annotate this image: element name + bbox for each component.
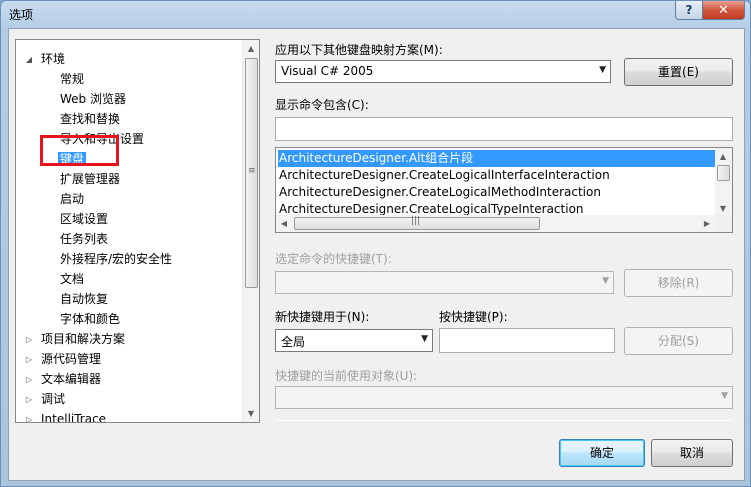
assign-button[interactable]: 分配(S) xyxy=(624,327,733,355)
scrollbar-thumb[interactable]: ≡ xyxy=(245,58,258,288)
expand-arrow-icon[interactable]: ▷ xyxy=(24,390,34,409)
ok-button[interactable]: 确定 xyxy=(559,439,645,467)
expand-arrow-icon[interactable]: ▷ xyxy=(24,350,34,369)
collapse-arrow-icon[interactable]: ◢ xyxy=(24,50,34,69)
tree-item-addin-macro-security[interactable]: 外接程序/宏的安全性 xyxy=(60,250,172,269)
grip-icon: ||| xyxy=(411,216,421,226)
options-tree[interactable]: ◢ 环境 常规 Web 浏览器 查找和替换 导入和导出设置 键盘 扩展管理器 启… xyxy=(15,39,260,423)
scrollbar-corner xyxy=(715,215,732,232)
cancel-button[interactable]: 取消 xyxy=(651,439,733,467)
tree-vertical-scrollbar[interactable]: ▲ ≡ ▼ xyxy=(242,40,259,422)
tree-item-task-list[interactable]: 任务列表 xyxy=(60,230,108,249)
tree-item-projects-solutions[interactable]: 项目和解决方案 xyxy=(41,330,125,349)
tree-item-text-editor[interactable]: 文本编辑器 xyxy=(41,370,101,389)
reset-button[interactable]: 重置(E) xyxy=(624,58,733,86)
tree-item-regional-settings[interactable]: 区域设置 xyxy=(60,210,108,229)
shortcuts-for-selected-dropdown[interactable]: ▼ xyxy=(275,271,614,294)
shortcut-currently-used-by-dropdown[interactable]: ▼ xyxy=(275,386,733,409)
commands-horizontal-scrollbar[interactable]: ◀ ||| ▶ xyxy=(276,215,716,232)
shortcuts-for-selected-label: 选定命令的快捷键(T): xyxy=(275,252,392,266)
list-item[interactable]: ArchitectureDesigner.CreateLogicalMethod… xyxy=(278,184,601,201)
scroll-up-arrow-icon[interactable]: ▲ xyxy=(715,148,731,165)
tree-item-fonts-colors[interactable]: 字体和颜色 xyxy=(60,310,120,329)
tree-item-web-browser[interactable]: Web 浏览器 xyxy=(60,90,126,109)
scroll-down-arrow-icon[interactable]: ▼ xyxy=(243,405,259,422)
chevron-down-icon: ▼ xyxy=(721,391,728,401)
close-icon: ✕ xyxy=(718,2,729,18)
close-button[interactable]: ✕ xyxy=(702,1,745,20)
shortcut-currently-used-by-label: 快捷键的当前使用对象(U): xyxy=(275,369,418,383)
remove-button[interactable]: 移除(R) xyxy=(624,269,733,297)
chevron-down-icon: ▼ xyxy=(421,334,428,344)
list-item[interactable]: ArchitectureDesigner.CreateLogicalInterf… xyxy=(278,167,610,184)
expand-arrow-icon[interactable]: ▷ xyxy=(24,410,34,422)
help-icon: ? xyxy=(685,3,693,17)
commands-list[interactable]: ArchitectureDesigner.Alt组合片段 Architectur… xyxy=(275,147,733,233)
dialog-client-area: ◢ 环境 常规 Web 浏览器 查找和替换 导入和导出设置 键盘 扩展管理器 启… xyxy=(8,28,745,481)
help-button[interactable]: ? xyxy=(675,1,703,20)
tree-item-source-control[interactable]: 源代码管理 xyxy=(41,350,101,369)
use-new-shortcut-in-dropdown[interactable]: 全局 ▼ xyxy=(275,329,433,352)
grip-icon: ≡ xyxy=(248,166,256,176)
scrollbar-thumb[interactable]: ||| xyxy=(294,216,540,230)
show-commands-label: 显示命令包含(C): xyxy=(275,98,369,112)
expand-arrow-icon[interactable]: ▷ xyxy=(24,330,34,349)
scroll-left-arrow-icon[interactable]: ◀ xyxy=(276,215,292,232)
options-dialog: 选项 ? ✕ ◢ 环境 常规 Web 浏览器 查找和替换 导入和导出设置 键盘 … xyxy=(0,0,751,487)
chevron-down-icon: ▼ xyxy=(602,276,609,286)
scroll-right-arrow-icon[interactable]: ▶ xyxy=(699,215,715,232)
show-commands-input[interactable] xyxy=(275,117,733,141)
annotation-highlight-box xyxy=(40,135,119,166)
mapping-scheme-dropdown[interactable]: Visual C# 2005 ▼ xyxy=(275,60,611,83)
mapping-scheme-label: 应用以下其他键盘映射方案(M): xyxy=(275,43,443,57)
press-shortcut-keys-input[interactable] xyxy=(439,328,615,353)
scroll-up-arrow-icon[interactable]: ▲ xyxy=(243,40,259,57)
use-new-shortcut-in-label: 新快捷键用于(N): xyxy=(275,310,370,324)
list-item[interactable]: ArchitectureDesigner.Alt组合片段 xyxy=(278,150,715,167)
tree-item-debugging[interactable]: 调试 xyxy=(41,390,65,409)
tree-item-startup[interactable]: 启动 xyxy=(60,190,84,209)
title-bar[interactable]: 选项 ? ✕ xyxy=(1,1,750,27)
tree-item-environment[interactable]: 环境 xyxy=(41,50,65,69)
tree-item-find-replace[interactable]: 查找和替换 xyxy=(60,110,120,129)
press-shortcut-keys-label: 按快捷键(P): xyxy=(439,310,508,324)
scrollbar-thumb[interactable] xyxy=(717,165,730,181)
divider xyxy=(275,420,733,421)
window-title: 选项 xyxy=(9,8,34,22)
commands-vertical-scrollbar[interactable]: ▲ ▼ xyxy=(715,148,732,217)
tree-item-documents[interactable]: 文档 xyxy=(60,270,84,289)
tree-item-intellitrace[interactable]: IntelliTrace xyxy=(41,410,106,422)
tree-item-autorecover[interactable]: 自动恢复 xyxy=(60,290,108,309)
expand-arrow-icon[interactable]: ▷ xyxy=(24,370,34,389)
tree-item-extension-manager[interactable]: 扩展管理器 xyxy=(60,170,120,189)
chevron-down-icon: ▼ xyxy=(599,65,606,75)
tree-item-general[interactable]: 常规 xyxy=(60,70,84,89)
